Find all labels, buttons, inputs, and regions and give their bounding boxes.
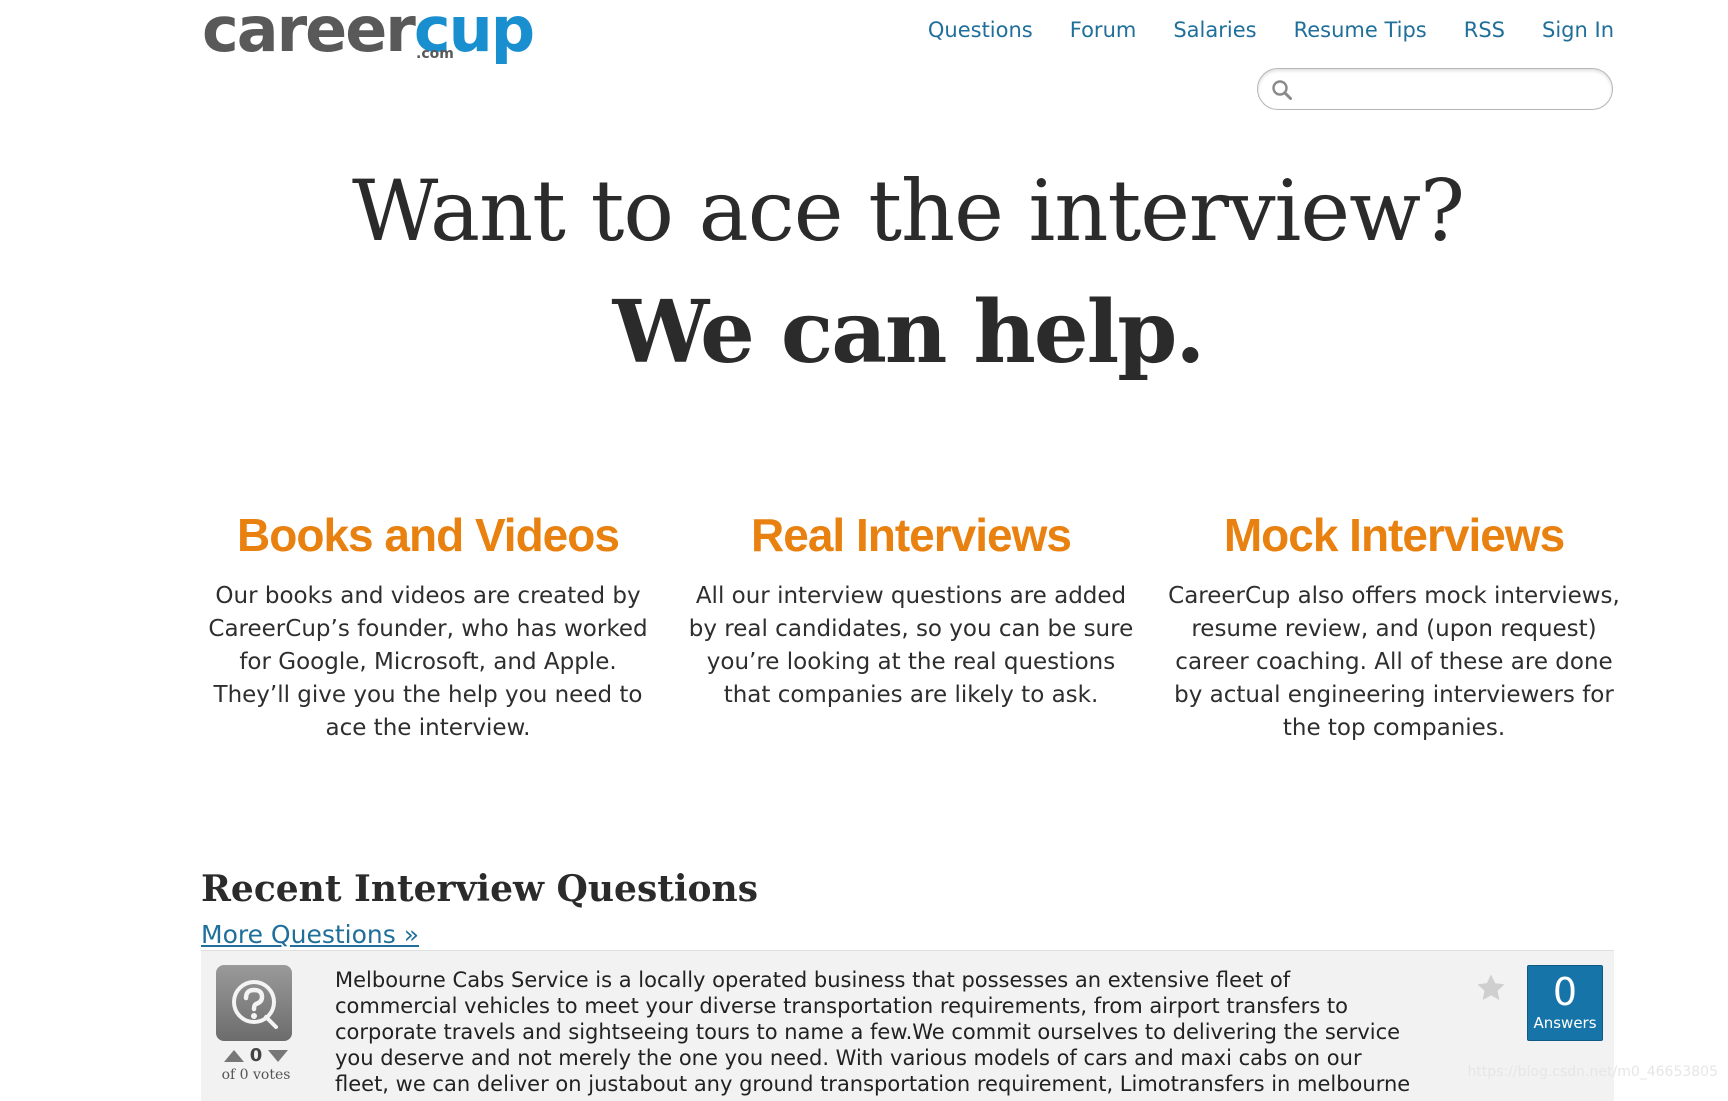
main-nav: Questions Forum Salaries Resume Tips RSS…: [928, 14, 1614, 46]
hero-subheadline: We can help.: [612, 282, 1206, 383]
watermark: https://blog.csdn.net/m0_46653805: [1467, 1064, 1718, 1080]
search-input[interactable]: [1302, 75, 1596, 105]
recent-questions-heading: Recent Interview Questions: [201, 868, 758, 910]
careercup-logo[interactable]: career cup: [202, 0, 535, 66]
question-avatar[interactable]: [216, 965, 292, 1041]
nav-sign-in[interactable]: Sign In: [1542, 14, 1614, 46]
vote-meta: of 0 votes: [221, 1067, 291, 1083]
search-box[interactable]: [1257, 68, 1613, 110]
logo-career-text: career: [202, 0, 416, 66]
feature-description: All our interview questions are added by…: [688, 583, 1134, 708]
question-mark-icon: [232, 980, 278, 1029]
nav-resume-tips[interactable]: Resume Tips: [1294, 14, 1427, 46]
question-text[interactable]: Melbourne Cabs Service is a locally oper…: [335, 967, 1415, 1097]
vote-controls: 0: [221, 1045, 291, 1066]
feature-real-interviews: Real Interviews All our interview questi…: [681, 508, 1141, 712]
upvote-icon[interactable]: [223, 1049, 244, 1062]
answers-count-badge[interactable]: 0 Answers: [1527, 965, 1603, 1041]
star-icon[interactable]: [1474, 971, 1508, 1005]
feature-title[interactable]: Real Interviews: [681, 508, 1141, 562]
feature-title[interactable]: Books and Videos: [198, 508, 658, 562]
nav-salaries[interactable]: Salaries: [1173, 14, 1256, 46]
question-item: 0 of 0 votes Melbourne Cabs Service is a…: [201, 950, 1614, 1101]
hero-headline: Want to ace the interview?: [351, 162, 1465, 260]
logo-dotcom-text: .com: [416, 46, 454, 62]
nav-forum[interactable]: Forum: [1070, 14, 1137, 46]
nav-questions[interactable]: Questions: [928, 14, 1033, 46]
feature-description: Our books and videos are created by Care…: [208, 583, 648, 741]
downvote-icon[interactable]: [268, 1049, 289, 1062]
answers-label: Answers: [1533, 1014, 1597, 1032]
vote-count: 0: [249, 1045, 263, 1066]
more-questions-link[interactable]: More Questions »: [201, 920, 419, 949]
feature-books-and-videos: Books and Videos Our books and videos ar…: [198, 508, 658, 745]
answers-count: 0: [1552, 970, 1578, 1014]
feature-description: CareerCup also offers mock interviews, r…: [1168, 583, 1620, 741]
feature-mock-interviews: Mock Interviews CareerCup also offers mo…: [1164, 508, 1624, 745]
feature-title[interactable]: Mock Interviews: [1164, 508, 1624, 562]
nav-rss[interactable]: RSS: [1464, 14, 1505, 46]
search-icon: [1272, 80, 1292, 100]
